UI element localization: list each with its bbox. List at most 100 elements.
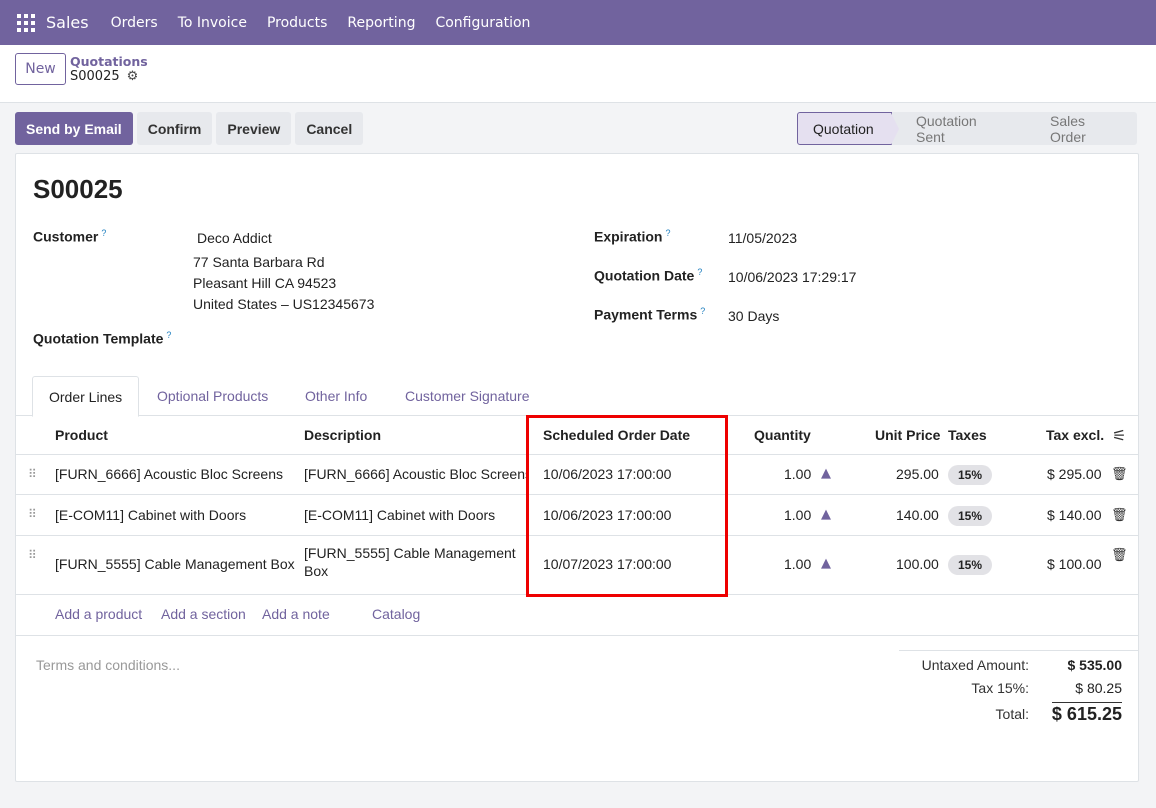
- nav-products[interactable]: Products: [267, 15, 327, 31]
- tax-label: Tax 15%:: [971, 680, 1029, 696]
- forecast-chart-icon[interactable]: ▲: [821, 556, 831, 571]
- breadcrumb-quotations[interactable]: Quotations: [70, 54, 148, 69]
- customer-address-line3: United States – US12345673: [193, 296, 375, 312]
- total-value: $ 615.25: [1051, 702, 1122, 724]
- action-buttons: Send by Email Confirm Preview Cancel: [15, 112, 367, 145]
- table-row[interactable]: ⠿ [E-COM11] Cabinet with Doors [E-COM11]…: [16, 495, 1138, 536]
- apps-menu-icon[interactable]: [17, 13, 35, 32]
- customer-address-line2: Pleasant Hill CA 94523: [193, 275, 337, 291]
- tab-customer-signature[interactable]: Customer Signature: [405, 376, 530, 416]
- row-product[interactable]: [FURN_6666] Acoustic Bloc Screens: [55, 466, 283, 482]
- stage-quotation-sent[interactable]: Quotation Sent: [892, 112, 1031, 145]
- table-row[interactable]: ⠿ [FURN_6666] Acoustic Bloc Screens [FUR…: [16, 455, 1138, 495]
- catalog-link[interactable]: Catalog: [372, 606, 420, 622]
- app-brand[interactable]: Sales: [46, 13, 89, 32]
- expiration-label: Expiration?: [594, 228, 671, 245]
- total-label: Total:: [995, 706, 1029, 722]
- row-unit-price[interactable]: 140.00: [896, 507, 939, 523]
- row-scheduled-date[interactable]: 10/06/2023 17:00:00: [543, 507, 671, 523]
- expiration-field[interactable]: 11/05/2023: [728, 230, 797, 246]
- drag-handle-icon[interactable]: ⠿: [28, 548, 37, 562]
- quotation-template-label: Quotation Template?: [33, 330, 172, 347]
- row-quantity[interactable]: 1.00: [784, 466, 811, 482]
- form-sheet: S00025 Customer? Deco Addict 77 Santa Ba…: [15, 153, 1139, 782]
- status-bar: Quotation Quotation Sent Sales Order: [797, 112, 1137, 145]
- row-quantity[interactable]: 1.00: [784, 556, 811, 572]
- stage-sales-order-label: Sales Order: [1050, 112, 1086, 145]
- stage-quotation[interactable]: Quotation: [797, 112, 899, 145]
- customer-label: Customer?: [33, 228, 107, 245]
- col-taxes[interactable]: Taxes: [948, 427, 987, 443]
- row-scheduled-date[interactable]: 10/06/2023 17:00:00: [543, 466, 671, 482]
- send-by-email-button[interactable]: Send by Email: [15, 112, 133, 145]
- stage-sales-order[interactable]: Sales Order: [1023, 112, 1137, 145]
- confirm-button[interactable]: Confirm: [136, 112, 213, 145]
- untaxed-amount-label: Untaxed Amount:: [921, 657, 1029, 673]
- record-title: S00025: [33, 174, 123, 204]
- column-settings-icon[interactable]: ⚟: [1112, 426, 1126, 445]
- row-quantity[interactable]: 1.00: [784, 507, 811, 523]
- customer-field[interactable]: Deco Addict: [197, 230, 272, 246]
- tab-other-info[interactable]: Other Info: [305, 376, 367, 416]
- cancel-button[interactable]: Cancel: [295, 112, 364, 145]
- help-icon[interactable]: ?: [101, 228, 106, 238]
- control-panel: New Quotations S00025 ⚙: [0, 45, 1156, 103]
- table-row[interactable]: ⠿ [FURN_5555] Cable Management Box [FURN…: [16, 536, 1138, 595]
- drag-handle-icon[interactable]: ⠿: [28, 507, 37, 521]
- terms-and-conditions-field[interactable]: Terms and conditions...: [36, 657, 180, 673]
- row-scheduled-date[interactable]: 10/07/2023 17:00:00: [543, 556, 671, 572]
- totals-block: Untaxed Amount: $ 535.00 Tax 15%: $ 80.2…: [899, 650, 1139, 724]
- row-description[interactable]: [FURN_5555] Cable Management Box: [304, 545, 516, 579]
- add-note-link[interactable]: Add a note: [262, 606, 330, 622]
- col-tax-excl[interactable]: Tax excl.: [1046, 427, 1104, 443]
- row-subtotal: $ 100.00: [1047, 556, 1102, 572]
- row-description-line1: [FURN_5555] Cable Management: [304, 545, 516, 561]
- trash-icon[interactable]: 🗑: [1111, 508, 1128, 523]
- forecast-chart-icon[interactable]: ▲: [821, 466, 831, 481]
- add-section-link[interactable]: Add a section: [161, 606, 246, 622]
- col-scheduled-order-date[interactable]: Scheduled Order Date: [543, 427, 690, 443]
- help-icon[interactable]: ?: [166, 330, 171, 340]
- tax-badge: 15%: [948, 555, 993, 575]
- nav-orders[interactable]: Orders: [111, 15, 158, 31]
- tab-optional-products[interactable]: Optional Products: [157, 376, 268, 416]
- tax-badge: 15%: [948, 506, 993, 526]
- row-description[interactable]: [FURN_6666] Acoustic Bloc Screens: [304, 466, 526, 482]
- tab-order-lines[interactable]: Order Lines: [32, 376, 140, 417]
- help-icon[interactable]: ?: [665, 228, 670, 238]
- gear-icon[interactable]: ⚙: [127, 69, 139, 84]
- nav-to-invoice[interactable]: To Invoice: [178, 15, 247, 31]
- help-icon[interactable]: ?: [697, 267, 702, 277]
- help-icon[interactable]: ?: [700, 306, 705, 316]
- quotation-date-label: Quotation Date?: [594, 267, 703, 284]
- untaxed-amount-value: $ 535.00: [1067, 657, 1123, 673]
- add-line-links: Add a product Add a section Add a note C…: [16, 596, 1138, 636]
- customer-address-line1: 77 Santa Barbara Rd: [193, 254, 325, 270]
- row-product[interactable]: [FURN_5555] Cable Management Box: [55, 556, 295, 572]
- forecast-chart-icon[interactable]: ▲: [821, 507, 831, 522]
- row-subtotal: $ 140.00: [1047, 507, 1102, 523]
- row-product[interactable]: [E-COM11] Cabinet with Doors: [55, 507, 246, 523]
- col-description[interactable]: Description: [304, 427, 381, 443]
- row-description-line2: Box: [304, 563, 329, 579]
- add-product-link[interactable]: Add a product: [55, 606, 142, 622]
- row-description[interactable]: [E-COM11] Cabinet with Doors: [304, 507, 495, 523]
- col-product[interactable]: Product: [55, 427, 108, 443]
- preview-button[interactable]: Preview: [216, 112, 292, 145]
- quotation-date-field[interactable]: 10/06/2023 17:29:17: [728, 269, 856, 285]
- breadcrumb-current-label: S00025: [70, 69, 120, 84]
- row-unit-price[interactable]: 100.00: [896, 556, 939, 572]
- table-header: Product Description Scheduled Order Date…: [16, 416, 1138, 455]
- breadcrumb-current: S00025 ⚙: [70, 69, 138, 84]
- col-quantity[interactable]: Quantity: [754, 427, 811, 443]
- drag-handle-icon[interactable]: ⠿: [28, 467, 37, 481]
- new-button[interactable]: New: [15, 53, 66, 85]
- notebook-tabs: Order Lines Optional Products Other Info…: [16, 376, 1138, 417]
- row-unit-price[interactable]: 295.00: [896, 466, 939, 482]
- nav-configuration[interactable]: Configuration: [435, 15, 530, 31]
- trash-icon[interactable]: 🗑: [1111, 467, 1128, 482]
- col-unit-price[interactable]: Unit Price: [875, 427, 940, 443]
- nav-reporting[interactable]: Reporting: [347, 15, 415, 31]
- trash-icon[interactable]: 🗑: [1111, 548, 1128, 563]
- payment-terms-field[interactable]: 30 Days: [728, 308, 779, 324]
